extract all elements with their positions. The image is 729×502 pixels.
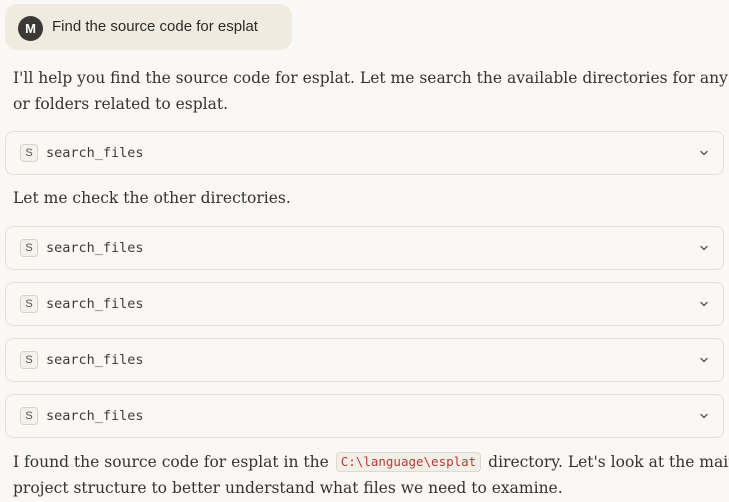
final-text-post: directory. Let's look at the main [488, 453, 729, 471]
assistant-final-line-2: project structure to better understand w… [13, 479, 563, 497]
assistant-intro-line-1: I'll help you find the source code for e… [13, 69, 729, 87]
inline-code-path: C:\language\esplat [335, 452, 482, 472]
tool-call-block[interactable]: S search_files [5, 338, 724, 382]
tool-call-name: search_files [46, 352, 144, 368]
tool-call-block[interactable]: S search_files [5, 394, 724, 438]
user-message-bubble: M Find the source code for esplat [5, 4, 292, 50]
chevron-down-icon[interactable] [698, 410, 710, 422]
final-text-pre: I found the source code for esplat in th… [13, 453, 329, 471]
tool-icon: S [20, 407, 38, 425]
assistant-check-text: Let me check the other directories. [13, 189, 291, 207]
chevron-down-icon[interactable] [698, 147, 710, 159]
tool-icon: S [20, 351, 38, 369]
tool-call-block[interactable]: S search_files [5, 282, 724, 326]
user-message-text: Find the source code for esplat [52, 18, 258, 35]
tool-call-name: search_files [46, 145, 144, 161]
chevron-down-icon[interactable] [698, 298, 710, 310]
tool-call-block[interactable]: S search_files [5, 131, 724, 175]
tool-icon: S [20, 295, 38, 313]
chevron-down-icon[interactable] [698, 242, 710, 254]
tool-call-name: search_files [46, 240, 144, 256]
assistant-final-line-1: I found the source code for esplat in th… [13, 449, 729, 475]
chevron-down-icon[interactable] [698, 354, 710, 366]
user-avatar: M [18, 16, 43, 41]
tool-call-name: search_files [46, 296, 144, 312]
tool-call-name: search_files [46, 408, 144, 424]
assistant-intro-line-2: or folders related to esplat. [13, 95, 229, 113]
tool-icon: S [20, 144, 38, 162]
tool-icon: S [20, 239, 38, 257]
tool-call-block[interactable]: S search_files [5, 226, 724, 270]
